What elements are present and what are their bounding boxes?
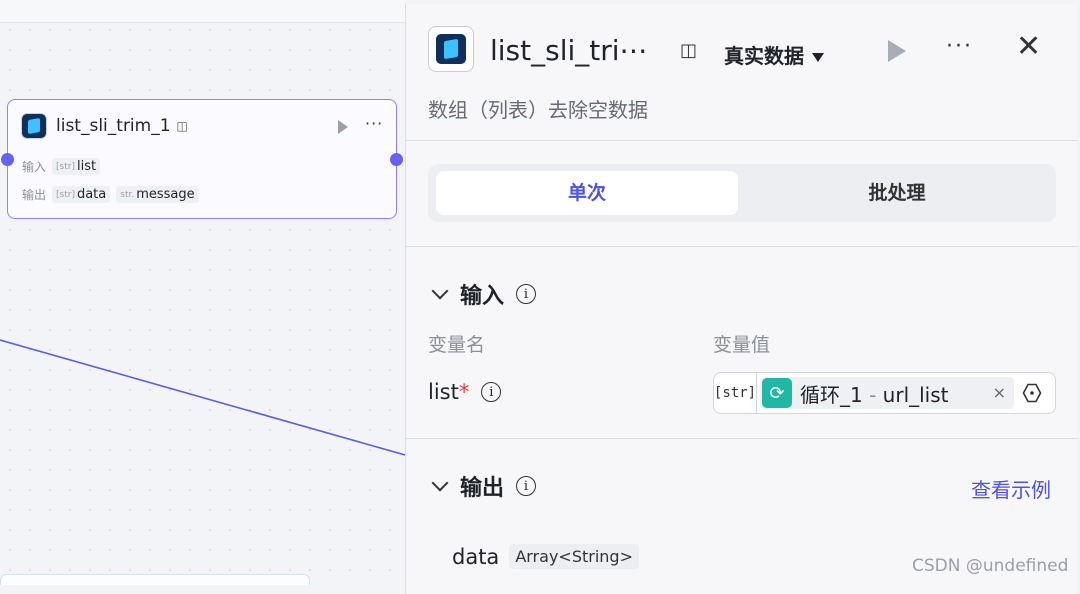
caret-down-icon	[812, 53, 824, 62]
type-selector[interactable]: [str]	[714, 373, 757, 413]
input-param-tag: [str] list	[52, 158, 101, 175]
ref-var: url_list	[882, 382, 949, 407]
input-port[interactable]	[1, 153, 14, 166]
output-port[interactable]	[390, 153, 403, 166]
divider	[406, 438, 1078, 439]
clear-icon[interactable]: ×	[993, 383, 1006, 402]
input-section-header[interactable]: 输入 i	[428, 278, 537, 310]
output-var-row: data Array<String>	[452, 544, 639, 569]
tool-icon	[428, 26, 474, 72]
tab-single[interactable]: 单次	[436, 171, 738, 215]
more-icon[interactable]: ···	[365, 114, 383, 133]
output-section-title: 输出	[460, 476, 505, 501]
play-icon[interactable]	[888, 40, 906, 62]
store-icon: ◫	[176, 119, 188, 133]
divider	[406, 246, 1078, 247]
variable-reference[interactable]: ⟳ 循环_1 - url_list ×	[760, 377, 1014, 409]
node-detail-panel: list_sli_tri⋯ ◫ 真实数据 ··· ✕ 数组（列表）去除空数据 单…	[405, 4, 1078, 594]
param-type: [str]	[56, 189, 75, 200]
more-icon[interactable]: ···	[946, 34, 973, 59]
reference-text: 循环_1 - url_list	[800, 379, 949, 408]
store-icon[interactable]: ◫	[680, 40, 697, 61]
output-section-header[interactable]: 输出 i	[428, 470, 537, 502]
chevron-down-icon[interactable]	[431, 474, 449, 492]
chevron-down-icon[interactable]	[431, 282, 449, 300]
info-icon[interactable]: i	[481, 382, 502, 402]
node-header: list_sli_trim_1 ◫	[22, 114, 188, 138]
play-icon[interactable]	[338, 120, 348, 134]
output-param-tag: [str] data	[52, 186, 111, 203]
output-label: 输出	[22, 188, 47, 202]
close-icon[interactable]: ✕	[1016, 32, 1041, 62]
loop-icon: ⟳	[762, 378, 792, 408]
column-var-name: 变量名	[428, 334, 486, 356]
divider	[406, 140, 1078, 141]
input-var-name: list * i	[428, 380, 502, 404]
variable-value-field[interactable]: [str] ⟳ 循环_1 - url_list ×	[713, 372, 1056, 414]
variable-picker-icon[interactable]	[1022, 383, 1042, 403]
param-name: data	[76, 187, 107, 202]
node-inputs: 输入 [str] list	[22, 158, 101, 175]
tool-icon	[22, 114, 46, 138]
panel-description: 数组（列表）去除空数据	[428, 98, 648, 122]
var-name-text: list	[428, 380, 459, 404]
ref-separator: -	[862, 382, 883, 407]
param-type: [str]	[56, 161, 75, 172]
param-name: list	[76, 159, 97, 174]
info-icon[interactable]: i	[516, 476, 537, 496]
output-param-tag: str. message	[116, 186, 199, 203]
view-example-link[interactable]: 查看示例	[971, 474, 1051, 503]
mode-switch: 单次 批处理	[428, 164, 1056, 222]
required-mark: *	[458, 380, 470, 404]
node-title: list_sli_trim_1	[56, 116, 171, 136]
env-selector[interactable]: 真实数据	[724, 40, 824, 69]
partial-node[interactable]	[0, 574, 310, 585]
connection-edge	[0, 339, 405, 456]
input-label: 输入	[22, 160, 47, 174]
watermark: CSDN @undefined	[912, 556, 1069, 576]
ref-node: 循环_1	[800, 382, 863, 407]
tab-batch[interactable]: 批处理	[746, 171, 1048, 215]
node-outputs: 输出 [str] data str. message	[22, 186, 199, 203]
param-type: str.	[120, 189, 135, 200]
info-icon[interactable]: i	[516, 284, 537, 304]
column-var-value: 变量值	[713, 334, 771, 356]
input-section-title: 输入	[460, 284, 505, 309]
panel-title[interactable]: list_sli_tri⋯	[490, 34, 648, 67]
output-type-badge: Array<String>	[509, 544, 639, 569]
env-label: 真实数据	[724, 44, 804, 68]
workflow-canvas[interactable]: list_sli_trim_1 ◫ ··· 输入 [str] list 输出 […	[0, 0, 405, 585]
output-var-name: data	[452, 544, 500, 569]
param-name: message	[136, 187, 195, 202]
workflow-node[interactable]: list_sli_trim_1 ◫ ··· 输入 [str] list 输出 […	[7, 99, 397, 219]
